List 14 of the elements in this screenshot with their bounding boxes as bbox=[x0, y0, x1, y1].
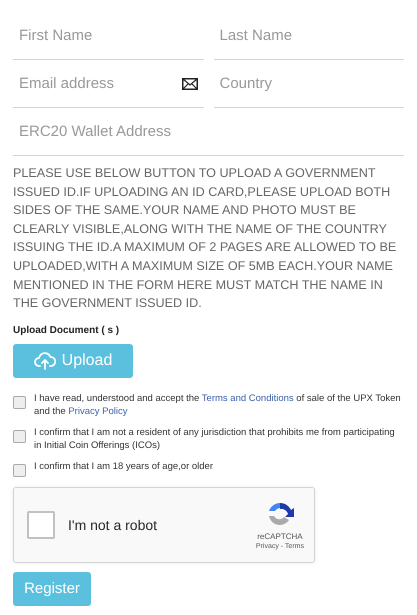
recaptcha-brand: reCAPTCHA bbox=[257, 532, 303, 541]
input-field[interactable]: Country bbox=[214, 60, 404, 108]
input-field[interactable]: Email address bbox=[13, 60, 204, 108]
input-field[interactable]: First Name bbox=[13, 12, 204, 60]
agreement-text: I confirm that I am 18 years of age,or older bbox=[34, 460, 214, 473]
captcha-label: I'm not a robot bbox=[68, 516, 158, 533]
upload-label: Upload Document ( s ) bbox=[13, 324, 120, 336]
link[interactable]: Privacy Policy bbox=[68, 406, 128, 417]
agreement-text: I confirm that I am not a resident of any jurisdiction that prohibits me from participating in Initial Coin Offerings (ICOs) bbox=[34, 426, 396, 452]
link[interactable]: Terms and Conditions bbox=[202, 392, 294, 404]
agreement-text: I have read, understood and accept the Terms and Conditions of sale of the UPX Token and the Privacy Policy bbox=[34, 392, 402, 418]
input-field[interactable]: Last Name bbox=[214, 12, 404, 60]
input-field[interactable]: ERC20 Wallet Address bbox=[13, 108, 404, 156]
upload-instructions: PLEASE USE BELOW BUTTON TO UPLOAD A GOVERNMENT ISSUED ID.IF UPLOADING AN ID CARD,PLEASE UPLOAD BOTH SIDES OF THE SAME.YOUR NAME AND PHOTO MUST BE CLEARLY VISIBLE,ALONG WITH THE NAME OF THE COUNTRY ISSUING THE ID.A MAXIMUM OF 2 PAGES ARE ALLOWED TO BE UPLOADED,WITH A MAXIMUM SIZE OF 5MB EACH.YOUR NAME MENTIONED IN THE FORM HERE MUST MATCH THE NAME IN THE GOVERNMENT ISSUED ID. bbox=[13, 165, 398, 312]
